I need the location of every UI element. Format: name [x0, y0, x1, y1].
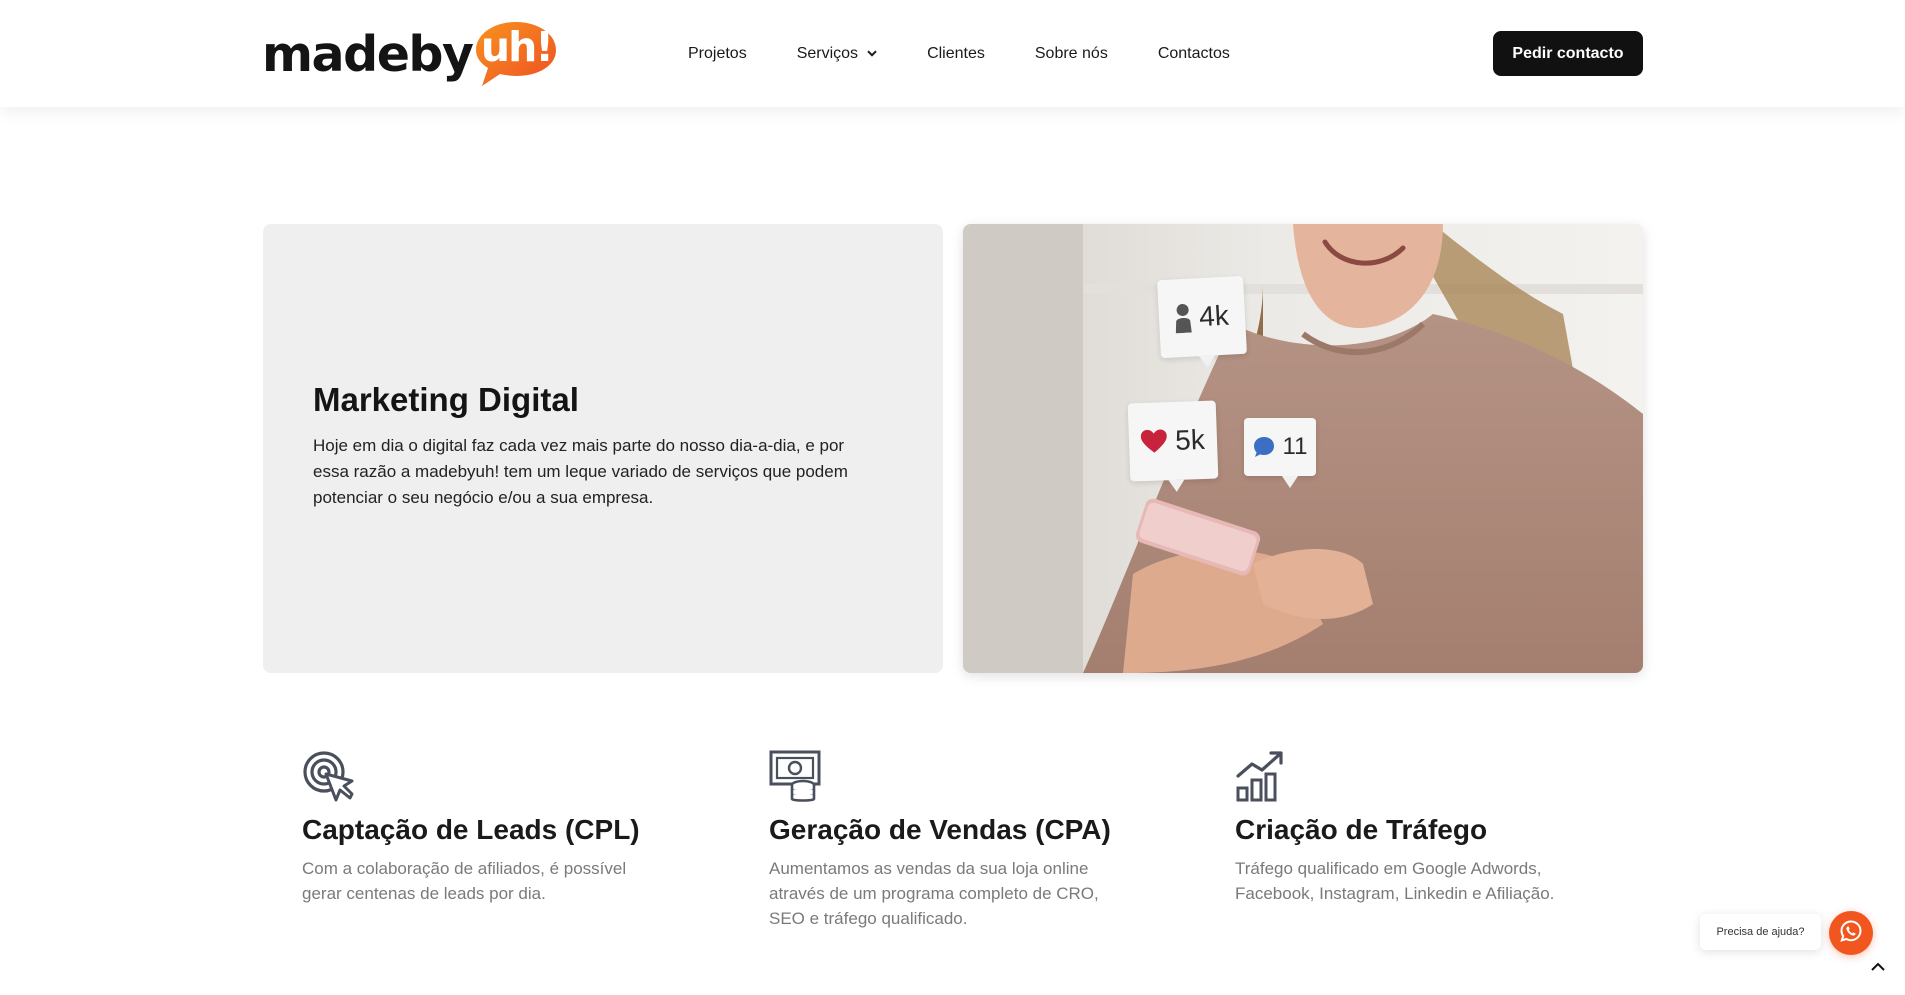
nav-item-clientes[interactable]: Clientes — [927, 45, 985, 63]
followers-count: 4k — [1198, 299, 1230, 333]
comments-count: 11 — [1282, 433, 1308, 460]
nav-item-servicos[interactable]: Serviços — [797, 45, 877, 63]
service-description: Tráfego qualificado em Google Adwords, F… — [1235, 859, 1555, 903]
followers-badge: 4k — [1157, 275, 1247, 359]
logo[interactable]: madeby uh! — [262, 18, 558, 90]
intro-card: Marketing Digital Hoje em dia o digital … — [263, 224, 943, 673]
user-icon — [1174, 303, 1193, 334]
back-to-top-button[interactable] — [1866, 958, 1890, 976]
main-nav: Projetos Serviços Clientes Sobre nós Con… — [688, 0, 1280, 107]
logo-wordmark: madeby — [262, 25, 474, 83]
chevron-down-icon — [867, 50, 877, 57]
logo-bubble-text: uh! — [480, 23, 554, 71]
nav-item-contactos[interactable]: Contactos — [1158, 45, 1230, 63]
service-title: Captação de Leads (CPL) — [302, 814, 640, 845]
pedir-contacto-button[interactable]: Pedir contacto — [1493, 31, 1643, 76]
logo-speech-bubble-icon: uh! — [474, 20, 558, 88]
service-title: Criação de Tráfego — [1235, 814, 1488, 845]
bar-chart-growth-icon — [1235, 750, 1615, 802]
heart-icon — [1141, 429, 1168, 454]
likes-badge: 5k — [1127, 400, 1219, 482]
intro-title: Marketing Digital — [313, 380, 579, 418]
target-cursor-icon — [302, 750, 682, 802]
nav-item-label: Serviços — [796, 44, 859, 62]
hero-photo: 4k 5k 11 — [963, 224, 1643, 673]
service-sales: Geração de Vendas (CPA) Aumentamos as ve… — [769, 750, 1149, 931]
money-coins-icon — [769, 750, 1149, 802]
service-description: Aumentamos as vendas da sua loja online … — [769, 859, 1099, 928]
nav-item-sobre-nos[interactable]: Sobre nós — [1035, 45, 1108, 63]
service-leads: Captação de Leads (CPL) Com a colaboraçã… — [302, 750, 682, 906]
help-label[interactable]: Precisa de ajuda? — [1700, 914, 1821, 950]
whatsapp-button[interactable] — [1829, 911, 1873, 955]
service-traffic: Criação de Tráfego Tráfego qualificado e… — [1235, 750, 1615, 906]
nav-item-projetos[interactable]: Projetos — [688, 45, 747, 63]
site-header: madeby uh! Projetos Serviços Clientes So… — [0, 0, 1905, 107]
whatsapp-icon — [1839, 919, 1863, 948]
comment-icon — [1253, 436, 1275, 458]
likes-count: 5k — [1174, 423, 1206, 456]
service-title: Geração de Vendas (CPA) — [769, 814, 1111, 845]
comments-badge: 11 — [1244, 418, 1316, 488]
chevron-up-icon — [1871, 958, 1885, 976]
intro-text: Hoje em dia o digital faz cada vez mais … — [313, 435, 848, 507]
service-description: Com a colaboração de afiliados, é possív… — [302, 859, 627, 903]
